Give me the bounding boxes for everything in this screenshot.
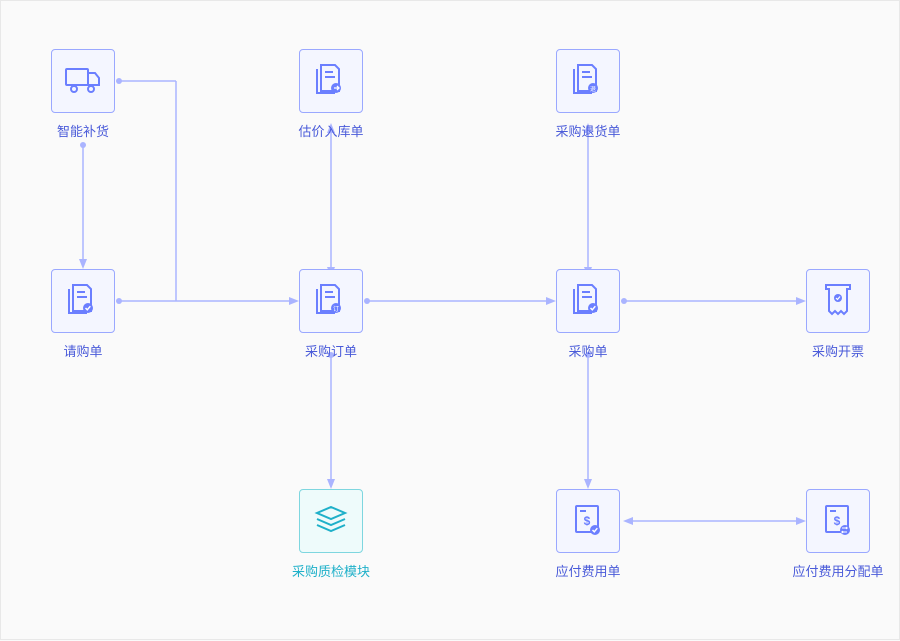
doc-arrow-icon: [299, 49, 363, 113]
svg-text:退: 退: [590, 85, 596, 93]
node-invoice[interactable]: 采购开票: [793, 269, 883, 360]
node-quality-check[interactable]: 采购质检模块: [286, 489, 376, 580]
svg-text:$: $: [584, 514, 591, 528]
node-label: 采购单: [568, 341, 607, 360]
doc-money-icon: $: [556, 489, 620, 553]
node-purchase-order[interactable]: 订 采购订单: [286, 269, 376, 360]
node-request[interactable]: 请购单: [38, 269, 128, 360]
connector-lines: [1, 1, 900, 641]
node-return[interactable]: 退 采购退货单: [543, 49, 633, 140]
truck-icon: [51, 49, 115, 113]
node-label: 采购质检模块: [292, 561, 370, 580]
node-payable[interactable]: $ 应付费用单: [543, 489, 633, 580]
doc-check-icon: [51, 269, 115, 333]
node-label: 应付费用分配单: [792, 561, 883, 580]
node-estimate-in[interactable]: 估价入库单: [286, 49, 376, 140]
node-label: 采购退货单: [555, 121, 620, 140]
svg-text:订: 订: [333, 306, 339, 313]
layers-icon: [299, 489, 363, 553]
doc-order-icon: 订: [299, 269, 363, 333]
doc-check-icon: [556, 269, 620, 333]
node-smart-replenish[interactable]: 智能补货: [38, 49, 128, 140]
node-label: 请购单: [63, 341, 102, 360]
node-label: 采购开票: [812, 341, 864, 360]
node-label: 应付费用单: [555, 561, 620, 580]
node-label: 采购订单: [305, 341, 357, 360]
invoice-icon: [806, 269, 870, 333]
doc-money-swap-icon: $: [806, 489, 870, 553]
node-label: 智能补货: [57, 121, 109, 140]
doc-return-icon: 退: [556, 49, 620, 113]
svg-text:$: $: [834, 514, 841, 528]
node-label: 估价入库单: [298, 121, 363, 140]
node-purchase[interactable]: 采购单: [543, 269, 633, 360]
node-payable-alloc[interactable]: $ 应付费用分配单: [781, 489, 895, 580]
